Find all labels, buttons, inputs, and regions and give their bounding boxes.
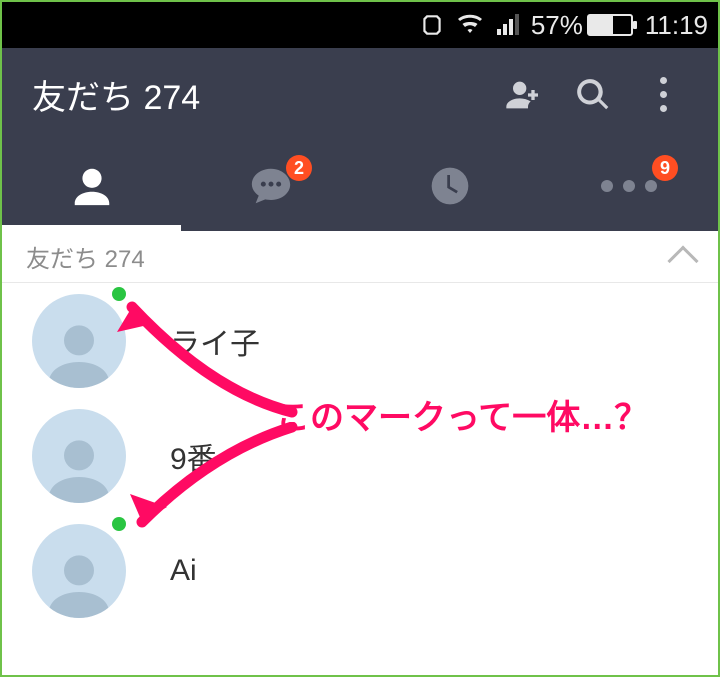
tab-friends[interactable] bbox=[2, 141, 181, 231]
app-header: 友だち 274 bbox=[2, 48, 718, 141]
tab-more[interactable]: 9 bbox=[539, 141, 718, 231]
page-title: 友だち 274 bbox=[32, 70, 488, 119]
chats-badge: 2 bbox=[286, 155, 312, 181]
avatar bbox=[32, 294, 126, 388]
status-bar: 57% 11:19 bbox=[2, 2, 718, 48]
vibrate-icon bbox=[419, 12, 445, 38]
friend-name: ライ子 bbox=[170, 319, 260, 363]
tab-timeline[interactable] bbox=[360, 141, 539, 231]
tab-chats[interactable]: 2 bbox=[181, 141, 360, 231]
friend-name: Ai bbox=[170, 554, 197, 588]
battery-percent: 57% bbox=[531, 10, 583, 41]
battery-icon bbox=[587, 14, 633, 36]
friends-list: ライ子 9番 Ai bbox=[2, 283, 718, 628]
more-icon bbox=[601, 180, 657, 192]
tab-indicator bbox=[2, 225, 181, 231]
list-item[interactable]: Ai bbox=[2, 513, 718, 628]
list-item[interactable]: ライ子 bbox=[2, 283, 718, 398]
friends-section-header[interactable]: 友だち 274 bbox=[2, 231, 718, 283]
presence-dot-icon bbox=[112, 517, 126, 531]
add-friend-button[interactable] bbox=[488, 65, 558, 125]
tab-bar: 2 9 bbox=[2, 141, 718, 231]
friend-name: 9番 bbox=[170, 434, 217, 478]
list-item[interactable]: 9番 bbox=[2, 398, 718, 513]
status-time: 11:19 bbox=[645, 10, 708, 41]
avatar bbox=[32, 524, 126, 618]
more-badge: 9 bbox=[652, 155, 678, 181]
chevron-up-icon bbox=[667, 245, 698, 276]
search-button[interactable] bbox=[558, 65, 628, 125]
wifi-icon bbox=[455, 13, 485, 37]
overflow-menu-button[interactable] bbox=[628, 65, 698, 125]
signal-icon bbox=[495, 13, 521, 37]
section-label: 友だち 274 bbox=[26, 239, 145, 274]
avatar bbox=[32, 409, 126, 503]
presence-dot-icon bbox=[112, 287, 126, 301]
